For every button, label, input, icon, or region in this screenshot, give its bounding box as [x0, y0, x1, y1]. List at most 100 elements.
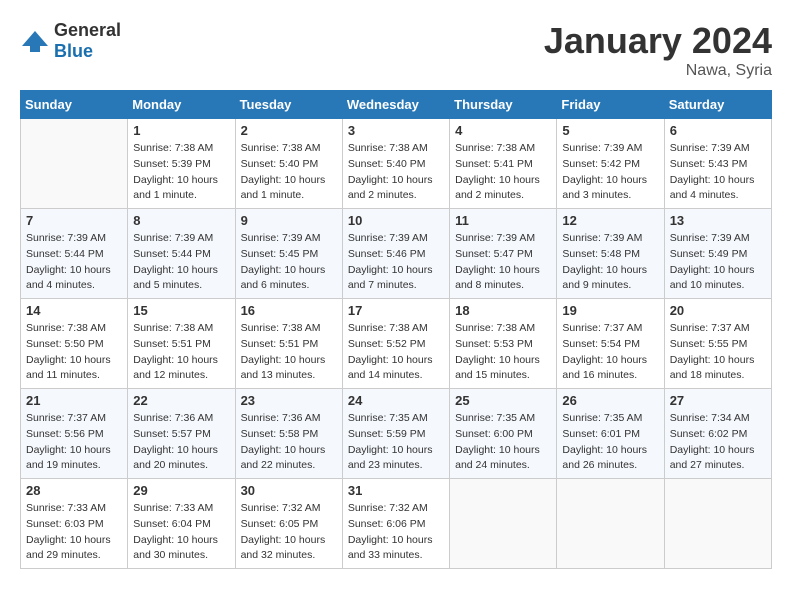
- day-info: Sunrise: 7:35 AMSunset: 6:01 PMDaylight:…: [562, 411, 658, 474]
- week-row-2: 7 Sunrise: 7:39 AMSunset: 5:44 PMDaylight…: [21, 209, 772, 299]
- day-info: Sunrise: 7:39 AMSunset: 5:47 PMDaylight:…: [455, 231, 551, 294]
- day-info: Sunrise: 7:32 AMSunset: 6:06 PMDaylight:…: [348, 501, 444, 564]
- day-number: 11: [455, 213, 551, 228]
- week-row-1: 1 Sunrise: 7:38 AMSunset: 5:39 PMDaylight…: [21, 119, 772, 209]
- day-number: 1: [133, 123, 229, 138]
- calendar-cell: 25Sunrise: 7:35 AMSunset: 6:00 PMDayligh…: [450, 389, 557, 479]
- week-row-5: 28Sunrise: 7:33 AMSunset: 6:03 PMDayligh…: [21, 479, 772, 569]
- day-number: 10: [348, 213, 444, 228]
- logo: General Blue: [20, 20, 121, 62]
- week-row-3: 14 Sunrise: 7:38 AMSunset: 5:50 PMDayligh…: [21, 299, 772, 389]
- calendar-cell: 10 Sunrise: 7:39 AMSunset: 5:46 PMDayligh…: [342, 209, 449, 299]
- month-title: January 2024: [544, 20, 772, 62]
- title-area: January 2024 Nawa, Syria: [544, 20, 772, 80]
- calendar-cell: [664, 479, 771, 569]
- calendar-cell: 19Sunrise: 7:37 AMSunset: 5:54 PMDayligh…: [557, 299, 664, 389]
- day-info: Sunrise: 7:38 AMSunset: 5:53 PMDaylight:…: [455, 321, 551, 384]
- calendar-cell: 14 Sunrise: 7:38 AMSunset: 5:50 PMDayligh…: [21, 299, 128, 389]
- day-info: Sunrise: 7:35 AMSunset: 6:00 PMDaylight:…: [455, 411, 551, 474]
- day-info: Sunrise: 7:35 AMSunset: 5:59 PMDaylight:…: [348, 411, 444, 474]
- day-number: 28: [26, 483, 122, 498]
- weekday-header-saturday: Saturday: [664, 91, 771, 119]
- day-number: 16: [241, 303, 337, 318]
- calendar-cell: 11 Sunrise: 7:39 AMSunset: 5:47 PMDayligh…: [450, 209, 557, 299]
- day-info: Sunrise: 7:39 AMSunset: 5:45 PMDaylight:…: [241, 231, 337, 294]
- calendar-cell: 30 Sunrise: 7:32 AMSunset: 6:05 PMDayligh…: [235, 479, 342, 569]
- calendar-table: SundayMondayTuesdayWednesdayThursdayFrid…: [20, 90, 772, 569]
- weekday-header-row: SundayMondayTuesdayWednesdayThursdayFrid…: [21, 91, 772, 119]
- day-number: 14: [26, 303, 122, 318]
- calendar-cell: 9 Sunrise: 7:39 AMSunset: 5:45 PMDaylight…: [235, 209, 342, 299]
- calendar-cell: 29Sunrise: 7:33 AMSunset: 6:04 PMDayligh…: [128, 479, 235, 569]
- day-number: 30: [241, 483, 337, 498]
- calendar-cell: 8 Sunrise: 7:39 AMSunset: 5:44 PMDaylight…: [128, 209, 235, 299]
- calendar-cell: 16 Sunrise: 7:38 AMSunset: 5:51 PMDayligh…: [235, 299, 342, 389]
- calendar-cell: 22 Sunrise: 7:36 AMSunset: 5:57 PMDayligh…: [128, 389, 235, 479]
- day-info: Sunrise: 7:33 AMSunset: 6:04 PMDaylight:…: [133, 501, 229, 564]
- day-number: 18: [455, 303, 551, 318]
- day-info: Sunrise: 7:38 AMSunset: 5:41 PMDaylight:…: [455, 141, 551, 204]
- day-number: 3: [348, 123, 444, 138]
- calendar-cell: [557, 479, 664, 569]
- weekday-header-friday: Friday: [557, 91, 664, 119]
- week-row-4: 21 Sunrise: 7:37 AMSunset: 5:56 PMDayligh…: [21, 389, 772, 479]
- calendar-cell: 28Sunrise: 7:33 AMSunset: 6:03 PMDayligh…: [21, 479, 128, 569]
- day-info: Sunrise: 7:39 AMSunset: 5:48 PMDaylight:…: [562, 231, 658, 294]
- day-number: 19: [562, 303, 658, 318]
- calendar-cell: 3 Sunrise: 7:38 AMSunset: 5:40 PMDaylight…: [342, 119, 449, 209]
- day-info: Sunrise: 7:38 AMSunset: 5:40 PMDaylight:…: [241, 141, 337, 204]
- logo-general: General: [54, 20, 121, 40]
- day-number: 7: [26, 213, 122, 228]
- calendar-cell: 15Sunrise: 7:38 AMSunset: 5:51 PMDayligh…: [128, 299, 235, 389]
- logo-text: General Blue: [54, 20, 121, 62]
- day-info: Sunrise: 7:38 AMSunset: 5:50 PMDaylight:…: [26, 321, 122, 384]
- day-info: Sunrise: 7:39 AMSunset: 5:43 PMDaylight:…: [670, 141, 766, 204]
- day-number: 5: [562, 123, 658, 138]
- day-info: Sunrise: 7:37 AMSunset: 5:56 PMDaylight:…: [26, 411, 122, 474]
- day-number: 21: [26, 393, 122, 408]
- calendar-cell: 20 Sunrise: 7:37 AMSunset: 5:55 PMDayligh…: [664, 299, 771, 389]
- day-number: 22: [133, 393, 229, 408]
- weekday-header-thursday: Thursday: [450, 91, 557, 119]
- day-info: Sunrise: 7:32 AMSunset: 6:05 PMDaylight:…: [241, 501, 337, 564]
- calendar-cell: [450, 479, 557, 569]
- day-info: Sunrise: 7:39 AMSunset: 5:44 PMDaylight:…: [26, 231, 122, 294]
- day-info: Sunrise: 7:38 AMSunset: 5:40 PMDaylight:…: [348, 141, 444, 204]
- day-number: 15: [133, 303, 229, 318]
- calendar-cell: 31 Sunrise: 7:32 AMSunset: 6:06 PMDayligh…: [342, 479, 449, 569]
- calendar-cell: [21, 119, 128, 209]
- day-number: 6: [670, 123, 766, 138]
- calendar-cell: 4 Sunrise: 7:38 AMSunset: 5:41 PMDaylight…: [450, 119, 557, 209]
- day-info: Sunrise: 7:39 AMSunset: 5:42 PMDaylight:…: [562, 141, 658, 204]
- calendar-cell: 13Sunrise: 7:39 AMSunset: 5:49 PMDayligh…: [664, 209, 771, 299]
- day-number: 8: [133, 213, 229, 228]
- calendar-cell: 23 Sunrise: 7:36 AMSunset: 5:58 PMDayligh…: [235, 389, 342, 479]
- day-info: Sunrise: 7:39 AMSunset: 5:44 PMDaylight:…: [133, 231, 229, 294]
- day-number: 17: [348, 303, 444, 318]
- logo-icon: [20, 26, 50, 56]
- logo-blue: Blue: [54, 41, 93, 61]
- day-info: Sunrise: 7:37 AMSunset: 5:55 PMDaylight:…: [670, 321, 766, 384]
- day-info: Sunrise: 7:38 AMSunset: 5:39 PMDaylight:…: [133, 141, 229, 204]
- day-number: 12: [562, 213, 658, 228]
- day-info: Sunrise: 7:36 AMSunset: 5:57 PMDaylight:…: [133, 411, 229, 474]
- calendar-cell: 5 Sunrise: 7:39 AMSunset: 5:42 PMDaylight…: [557, 119, 664, 209]
- weekday-header-monday: Monday: [128, 91, 235, 119]
- day-number: 13: [670, 213, 766, 228]
- day-number: 20: [670, 303, 766, 318]
- day-number: 4: [455, 123, 551, 138]
- day-info: Sunrise: 7:36 AMSunset: 5:58 PMDaylight:…: [241, 411, 337, 474]
- day-number: 24: [348, 393, 444, 408]
- weekday-header-tuesday: Tuesday: [235, 91, 342, 119]
- day-number: 9: [241, 213, 337, 228]
- weekday-header-wednesday: Wednesday: [342, 91, 449, 119]
- day-number: 26: [562, 393, 658, 408]
- calendar-cell: 1 Sunrise: 7:38 AMSunset: 5:39 PMDaylight…: [128, 119, 235, 209]
- calendar-cell: 7 Sunrise: 7:39 AMSunset: 5:44 PMDaylight…: [21, 209, 128, 299]
- day-number: 23: [241, 393, 337, 408]
- day-number: 31: [348, 483, 444, 498]
- day-info: Sunrise: 7:39 AMSunset: 5:46 PMDaylight:…: [348, 231, 444, 294]
- calendar-cell: 26 Sunrise: 7:35 AMSunset: 6:01 PMDayligh…: [557, 389, 664, 479]
- calendar-body: 1 Sunrise: 7:38 AMSunset: 5:39 PMDaylight…: [21, 119, 772, 569]
- day-info: Sunrise: 7:38 AMSunset: 5:51 PMDaylight:…: [241, 321, 337, 384]
